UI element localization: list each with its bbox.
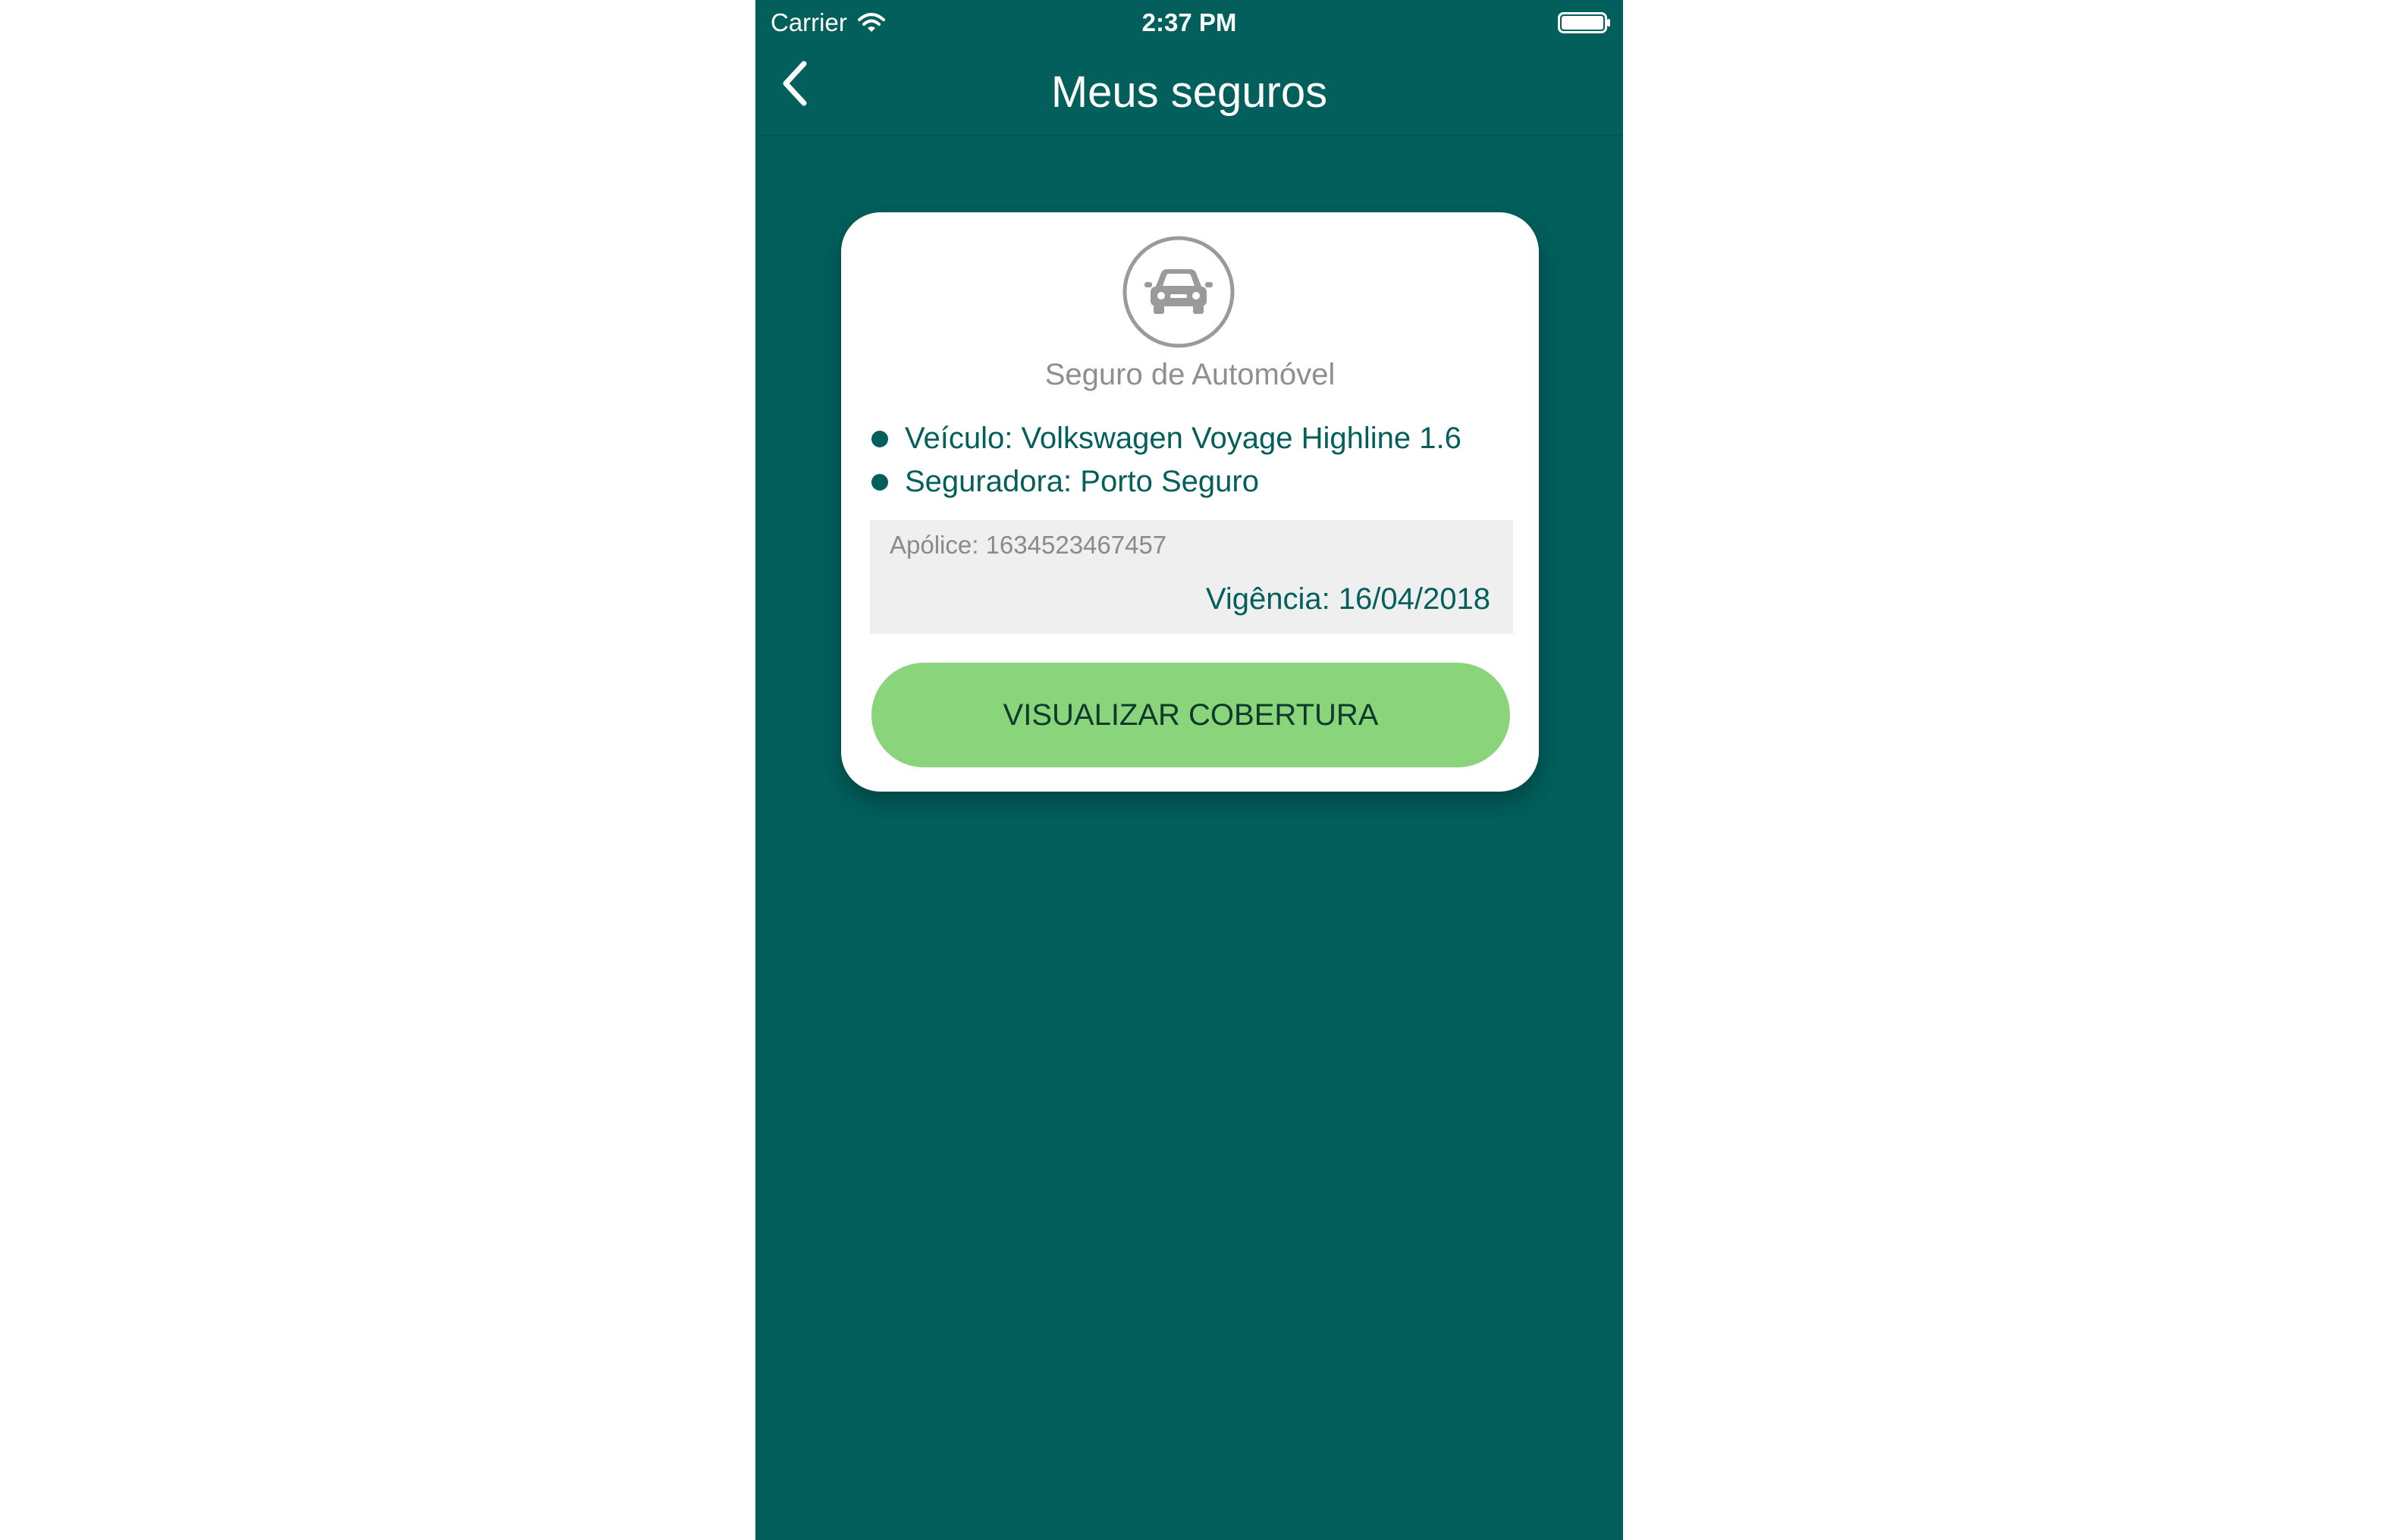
vehicle-label: Veículo: Volkswagen Voyage Highline 1.6 — [905, 422, 1462, 455]
car-icon — [1122, 236, 1235, 348]
info-list: Veículo: Volkswagen Voyage Highline 1.6 … — [871, 417, 1516, 503]
policy-number: Apólice: 1634523467457 — [890, 531, 1167, 559]
validity-date: Vigência: 16/04/2018 — [1205, 582, 1490, 616]
insurer-label: Seguradora: Porto Seguro — [905, 465, 1259, 498]
bullet-icon — [871, 430, 888, 447]
insurance-card: Seguro de Automóvel Veículo: Volkswagen … — [841, 212, 1539, 792]
navigation-bar: Meus seguros — [755, 45, 1623, 136]
battery-icon — [1558, 12, 1610, 33]
list-item: Veículo: Volkswagen Voyage Highline 1.6 — [871, 417, 1516, 460]
status-time: 2:37 PM — [1141, 8, 1237, 36]
page-title: Meus seguros — [1050, 67, 1328, 117]
list-item: Seguradora: Porto Seguro — [871, 460, 1516, 503]
card-title: Seguro de Automóvel — [1044, 358, 1336, 391]
status-bar: Carrier 2:37 PM — [755, 0, 1623, 45]
phone-screen: Carrier 2:37 PM Meus seguros Seguro de A… — [755, 0, 1623, 1540]
bullet-icon — [871, 473, 888, 491]
policy-box: Apólice: 1634523467457 Vigência: 16/04/2… — [870, 520, 1513, 634]
view-coverage-button[interactable]: VISUALIZAR COBERTURA — [871, 663, 1510, 767]
